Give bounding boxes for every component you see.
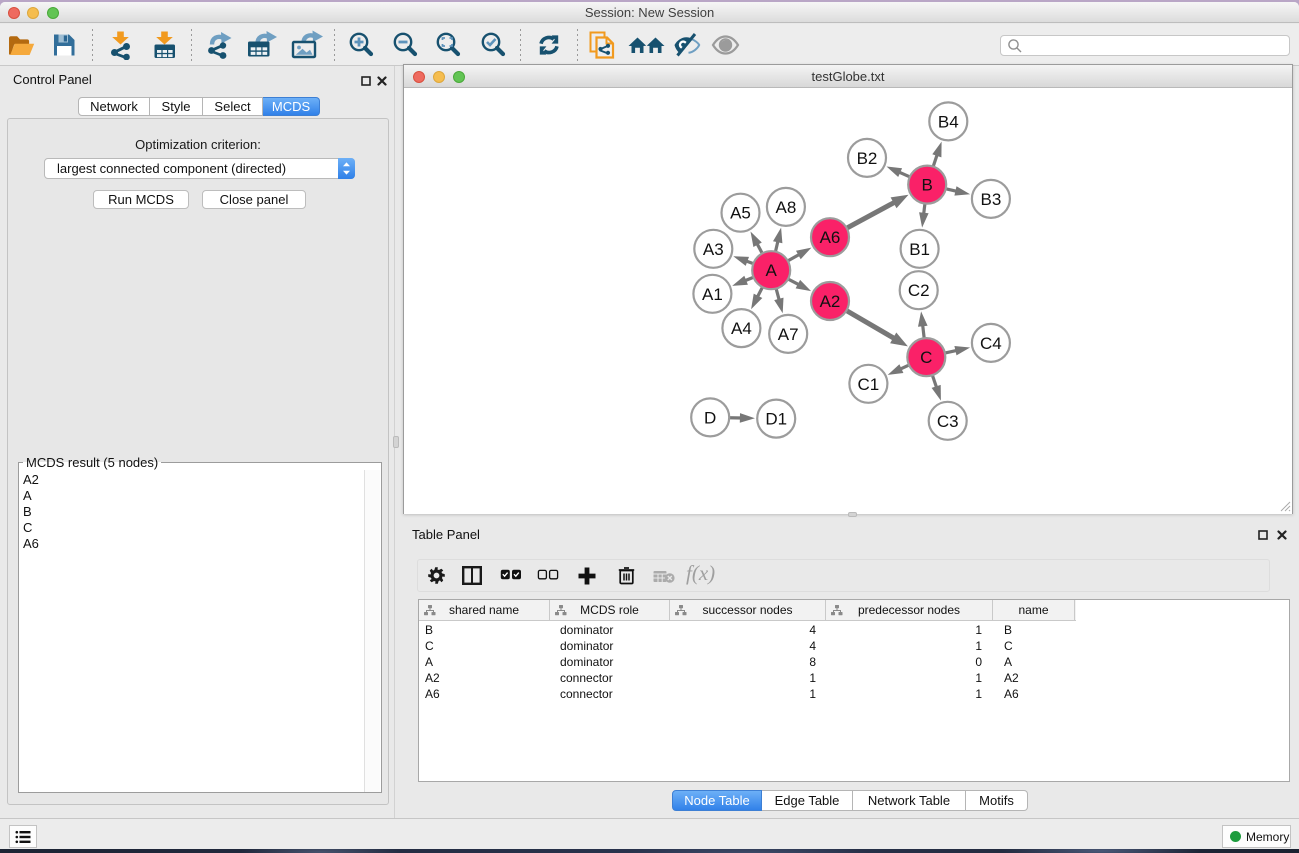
svg-text:A6: A6 — [820, 228, 841, 247]
svg-text:C4: C4 — [980, 334, 1002, 353]
svg-text:A: A — [766, 261, 778, 280]
svg-text:C1: C1 — [858, 375, 880, 394]
svg-text:B2: B2 — [857, 149, 878, 168]
svg-text:A4: A4 — [731, 319, 752, 338]
svg-text:A7: A7 — [778, 325, 799, 344]
svg-text:C2: C2 — [908, 281, 930, 300]
svg-text:D1: D1 — [765, 410, 787, 429]
svg-text:B4: B4 — [938, 112, 959, 131]
svg-text:A5: A5 — [730, 204, 751, 223]
svg-text:A1: A1 — [702, 285, 723, 304]
svg-text:C: C — [920, 348, 932, 367]
svg-text:B3: B3 — [981, 190, 1002, 209]
svg-text:D: D — [704, 408, 716, 427]
svg-text:A2: A2 — [820, 292, 841, 311]
svg-text:B: B — [922, 176, 933, 195]
svg-text:C3: C3 — [937, 412, 959, 431]
svg-text:B1: B1 — [909, 240, 930, 259]
svg-text:A8: A8 — [776, 198, 797, 217]
svg-text:A3: A3 — [703, 240, 724, 259]
